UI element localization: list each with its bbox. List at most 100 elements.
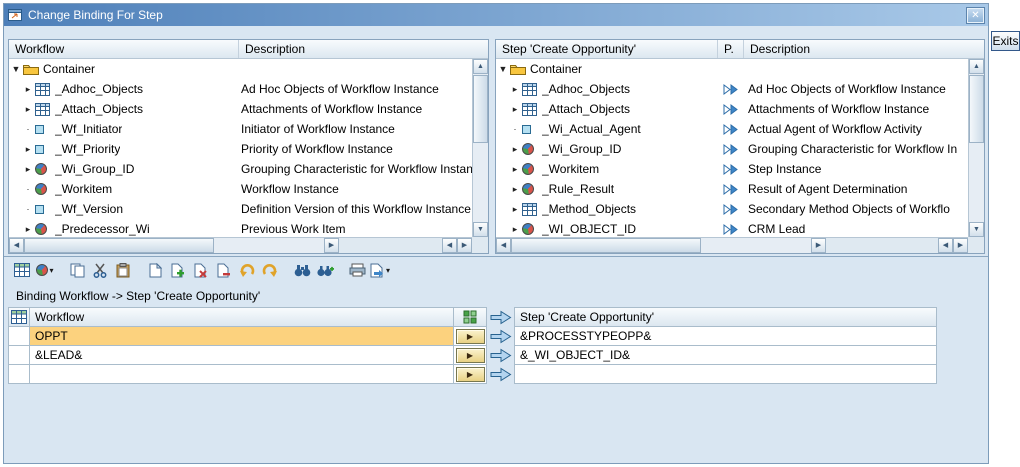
horizontal-scrollbar[interactable]: ◀ ▶ ◀ ▶ — [9, 237, 472, 253]
expander-icon[interactable]: · — [508, 124, 522, 134]
dropdown-icon[interactable]: ▾ — [49, 266, 53, 275]
expander-icon[interactable]: · — [21, 124, 35, 134]
tree-item-container[interactable]: ▼ Container — [496, 59, 968, 79]
expression-picker-button[interactable]: ▶ — [455, 347, 485, 363]
check-entries-icon[interactable] — [454, 307, 487, 327]
expander-icon[interactable]: ▼ — [496, 64, 510, 74]
tree-item[interactable]: ▸ _Workitem Step Instance — [496, 159, 968, 179]
expander-icon[interactable]: ▸ — [21, 164, 35, 175]
column-header-description[interactable]: Description — [239, 40, 488, 58]
tree-item[interactable]: ▸ _Wf_Priority Priority of Workflow Inst… — [9, 139, 472, 159]
binding-source-cell[interactable]: &LEAD& — [30, 346, 454, 365]
expander-icon[interactable]: ▸ — [21, 224, 35, 235]
column-header-p[interactable]: P. — [718, 40, 744, 58]
choose-detail-icon[interactable] — [11, 259, 33, 281]
scroll-up-button[interactable]: ▲ — [969, 59, 984, 74]
create-line-icon[interactable] — [144, 259, 166, 281]
expander-icon[interactable]: ▸ — [508, 164, 522, 175]
remove-line-icon[interactable] — [213, 259, 235, 281]
binding-target-cell[interactable]: &PROCESSTYPEOPP& — [514, 327, 937, 346]
find-next-icon[interactable] — [314, 259, 336, 281]
row-selector-cell[interactable] — [8, 346, 30, 365]
tree-item[interactable]: · _Wf_Version Definition Version of this… — [9, 199, 472, 219]
binding-target-cell[interactable]: &_WI_OBJECT_ID& — [514, 346, 937, 365]
tree-item-container[interactable]: ▼ Container — [9, 59, 472, 79]
tree-item[interactable]: ▸ _Predecessor_Wi Previous Work Item — [9, 219, 472, 237]
insert-line-icon[interactable] — [167, 259, 189, 281]
tree-item[interactable]: ▸ _WI_OBJECT_ID CRM Lead — [496, 219, 968, 237]
find-icon[interactable] — [291, 259, 313, 281]
dialog-titlebar[interactable]: Change Binding For Step ✕ — [4, 4, 988, 26]
scrollbar-thumb[interactable] — [969, 75, 984, 143]
scroll-down-button[interactable]: ▼ — [969, 222, 984, 237]
print-icon[interactable] — [346, 259, 368, 281]
tree-item[interactable]: ▸ _Adhoc_Objects Ad Hoc Objects of Workf… — [496, 79, 968, 99]
tree-item[interactable]: · _Wi_Actual_Agent Actual Agent of Workf… — [496, 119, 968, 139]
close-icon[interactable]: ✕ — [966, 6, 985, 24]
vertical-scrollbar[interactable]: ▲ ▼ — [968, 59, 984, 237]
binding-target-header[interactable]: Step 'Create Opportunity' — [514, 307, 937, 327]
dropdown-icon[interactable]: ▾ — [386, 266, 390, 275]
tree-item[interactable]: ▸ _Wi_Group_ID Grouping Characteristic f… — [9, 159, 472, 179]
scroll-left-button[interactable]: ◀ — [496, 238, 511, 253]
column-scroll-right-button[interactable]: ▶ — [457, 238, 472, 253]
scroll-up-button[interactable]: ▲ — [473, 59, 488, 74]
binding-source-header[interactable]: Workflow — [30, 307, 454, 327]
column-scroll-left-button[interactable]: ◀ — [442, 238, 457, 253]
expander-icon[interactable]: · — [21, 184, 35, 194]
expander-icon[interactable]: ▸ — [21, 144, 35, 155]
expander-icon[interactable]: ▸ — [508, 104, 522, 115]
tree-item[interactable]: ▸ _Wi_Group_ID Grouping Characteristic f… — [496, 139, 968, 159]
delete-line-icon[interactable] — [190, 259, 212, 281]
expression-picker-button[interactable]: ▶ — [455, 366, 485, 382]
export-icon[interactable]: ▾ — [369, 259, 391, 281]
column-scroll-right-button[interactable]: ▶ — [953, 238, 968, 253]
tree-item[interactable]: · _Workitem Workflow Instance — [9, 179, 472, 199]
paste-icon[interactable] — [112, 259, 134, 281]
expander-icon[interactable]: ▸ — [21, 84, 35, 95]
scrollbar-track[interactable] — [24, 238, 324, 253]
tree-item[interactable]: ▸ _Method_Objects Secondary Method Objec… — [496, 199, 968, 219]
row-selector-cell[interactable] — [8, 327, 30, 346]
dialog-icon — [8, 9, 22, 21]
horizontal-scrollbar[interactable]: ◀ ▶ ◀ ▶ — [496, 237, 968, 253]
table-select-icon[interactable] — [8, 307, 30, 327]
undo-icon[interactable] — [236, 259, 258, 281]
scroll-right-button[interactable]: ▶ — [324, 238, 339, 253]
vertical-scrollbar[interactable]: ▲ ▼ — [472, 59, 488, 237]
expander-icon[interactable]: ▸ — [508, 204, 522, 215]
column-header-step[interactable]: Step 'Create Opportunity' — [496, 40, 718, 58]
expander-icon[interactable]: ▸ — [508, 224, 522, 235]
expander-icon[interactable]: ▼ — [9, 64, 23, 74]
scrollbar-thumb[interactable] — [511, 238, 701, 253]
tree-item[interactable]: ▸ _Attach_Objects Attachments of Workflo… — [9, 99, 472, 119]
scroll-left-button[interactable]: ◀ — [9, 238, 24, 253]
scrollbar-thumb[interactable] — [473, 75, 488, 143]
copy-icon[interactable] — [66, 259, 88, 281]
column-scroll-left-button[interactable]: ◀ — [938, 238, 953, 253]
scroll-down-button[interactable]: ▼ — [473, 222, 488, 237]
display-options-icon[interactable]: ▾ — [34, 259, 56, 281]
tree-item[interactable]: · _Wf_Initiator Initiator of Workflow In… — [9, 119, 472, 139]
binding-source-cell[interactable] — [30, 365, 454, 384]
expander-icon[interactable]: ▸ — [21, 104, 35, 115]
redo-icon[interactable] — [259, 259, 281, 281]
expander-icon[interactable]: ▸ — [508, 84, 522, 95]
tree-item[interactable]: ▸ _Adhoc_Objects Ad Hoc Objects of Workf… — [9, 79, 472, 99]
tree-item[interactable]: ▸ _Attach_Objects Attachments of Workflo… — [496, 99, 968, 119]
column-header-description[interactable]: Description — [744, 40, 984, 58]
expander-icon[interactable]: · — [21, 204, 35, 214]
binding-source-cell[interactable]: OPPT — [30, 327, 454, 346]
expander-icon[interactable]: ▸ — [508, 144, 522, 155]
exits-button[interactable]: Exits — [991, 31, 1020, 51]
column-header-workflow[interactable]: Workflow — [9, 40, 239, 58]
binding-target-cell[interactable] — [514, 365, 937, 384]
scrollbar-track[interactable] — [511, 238, 811, 253]
scroll-right-button[interactable]: ▶ — [811, 238, 826, 253]
scrollbar-thumb[interactable] — [24, 238, 214, 253]
row-selector-cell[interactable] — [8, 365, 30, 384]
expander-icon[interactable]: ▸ — [508, 184, 522, 195]
cut-icon[interactable] — [89, 259, 111, 281]
tree-item[interactable]: ▸ _Rule_Result Result of Agent Determina… — [496, 179, 968, 199]
expression-picker-button[interactable]: ▶ — [455, 328, 485, 344]
